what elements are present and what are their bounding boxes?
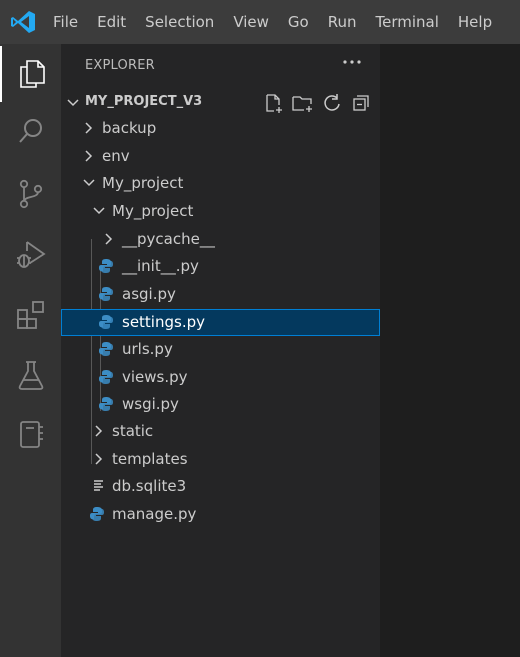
project-actions <box>263 92 379 114</box>
chevron-right-icon <box>95 425 103 437</box>
python-file-icon <box>99 370 113 384</box>
tree-label: asgi.py <box>122 285 176 303</box>
tree-folder-my-project-inner[interactable]: My_project <box>61 198 380 225</box>
menu-view[interactable]: View <box>233 13 269 31</box>
python-file-icon <box>99 287 113 301</box>
python-file-icon <box>99 315 113 329</box>
text-file-icon <box>94 480 103 491</box>
menu-run[interactable]: Run <box>328 13 357 31</box>
tree-folder-pycache[interactable]: __pycache__ <box>61 226 380 253</box>
extensions-icon[interactable] <box>0 287 61 343</box>
menu-help[interactable]: Help <box>458 13 492 31</box>
menu-go[interactable]: Go <box>288 13 309 31</box>
explorer-title: EXPLORER <box>85 58 155 73</box>
tree-label: urls.py <box>122 340 173 358</box>
chevron-right-icon <box>95 453 103 465</box>
tree-label: manage.py <box>112 505 197 523</box>
chevron-right-icon <box>85 150 93 162</box>
run-debug-icon[interactable] <box>0 227 61 283</box>
testing-icon[interactable] <box>0 347 61 403</box>
menu-selection[interactable]: Selection <box>145 13 214 31</box>
tree-label: settings.py <box>122 313 205 331</box>
chevron-right-icon <box>85 122 93 134</box>
project-name: MY_PROJECT_V3 <box>85 94 203 109</box>
title-bar: File Edit Selection View Go Run Terminal… <box>0 0 520 44</box>
refresh-icon[interactable] <box>321 92 343 114</box>
tree-folder-static[interactable]: static <box>61 418 380 445</box>
tree-label: wsgi.py <box>122 395 179 413</box>
chevron-down-icon <box>93 207 105 215</box>
chevron-right-icon <box>105 233 113 245</box>
new-file-icon[interactable] <box>263 92 285 114</box>
menu-bar: File Edit Selection View Go Run Terminal… <box>53 0 511 44</box>
python-file-icon <box>90 507 104 521</box>
notebook-icon[interactable] <box>0 406 61 462</box>
tree-label: backup <box>102 119 157 137</box>
new-folder-icon[interactable] <box>292 92 314 114</box>
tree-label: db.sqlite3 <box>112 477 187 495</box>
tree-folder-templates[interactable]: templates <box>61 446 380 473</box>
menu-edit[interactable]: Edit <box>97 13 126 31</box>
explorer-panel: EXPLORER MY_PROJECT_V3 backup env My_pro… <box>61 44 380 657</box>
tree-file-init[interactable]: __init__.py <box>61 253 380 280</box>
chevron-down-icon <box>67 99 79 107</box>
tree-file-urls[interactable]: urls.py <box>61 336 380 363</box>
tree-label: static <box>112 422 154 440</box>
tree-folder-backup[interactable]: backup <box>61 115 380 142</box>
search-icon[interactable] <box>0 103 61 159</box>
activity-bar <box>0 44 61 657</box>
source-control-icon[interactable] <box>0 166 61 222</box>
tree-file-settings[interactable]: settings.py <box>61 309 380 336</box>
explorer-icon[interactable] <box>0 46 61 102</box>
tree-label: __pycache__ <box>122 230 215 248</box>
tree-label: views.py <box>122 368 188 386</box>
menu-file[interactable]: File <box>53 13 78 31</box>
collapse-all-icon[interactable] <box>350 92 372 114</box>
project-header[interactable]: MY_PROJECT_V3 <box>61 92 380 114</box>
vscode-logo-icon <box>11 11 35 33</box>
python-file-icon <box>99 259 113 273</box>
tree-label: templates <box>112 450 188 468</box>
tree-label: __init__.py <box>122 257 199 275</box>
tree-file-db[interactable]: db.sqlite3 <box>61 473 380 500</box>
tree-folder-my-project[interactable]: My_project <box>61 170 380 197</box>
tree-file-manage[interactable]: manage.py <box>61 501 380 528</box>
python-file-icon <box>99 342 113 356</box>
menu-terminal[interactable]: Terminal <box>376 13 439 31</box>
tree-file-views[interactable]: views.py <box>61 364 380 391</box>
tree-label: env <box>102 147 130 165</box>
tree-file-asgi[interactable]: asgi.py <box>61 281 380 308</box>
tree-label: My_project <box>112 202 194 220</box>
tree-folder-env[interactable]: env <box>61 143 380 170</box>
tree-label: My_project <box>102 174 184 192</box>
editor-area[interactable] <box>380 44 520 657</box>
python-file-icon <box>99 397 113 411</box>
more-actions-icon[interactable] <box>341 54 363 70</box>
tree-file-wsgi[interactable]: wsgi.py <box>61 391 380 418</box>
chevron-down-icon <box>83 179 95 187</box>
